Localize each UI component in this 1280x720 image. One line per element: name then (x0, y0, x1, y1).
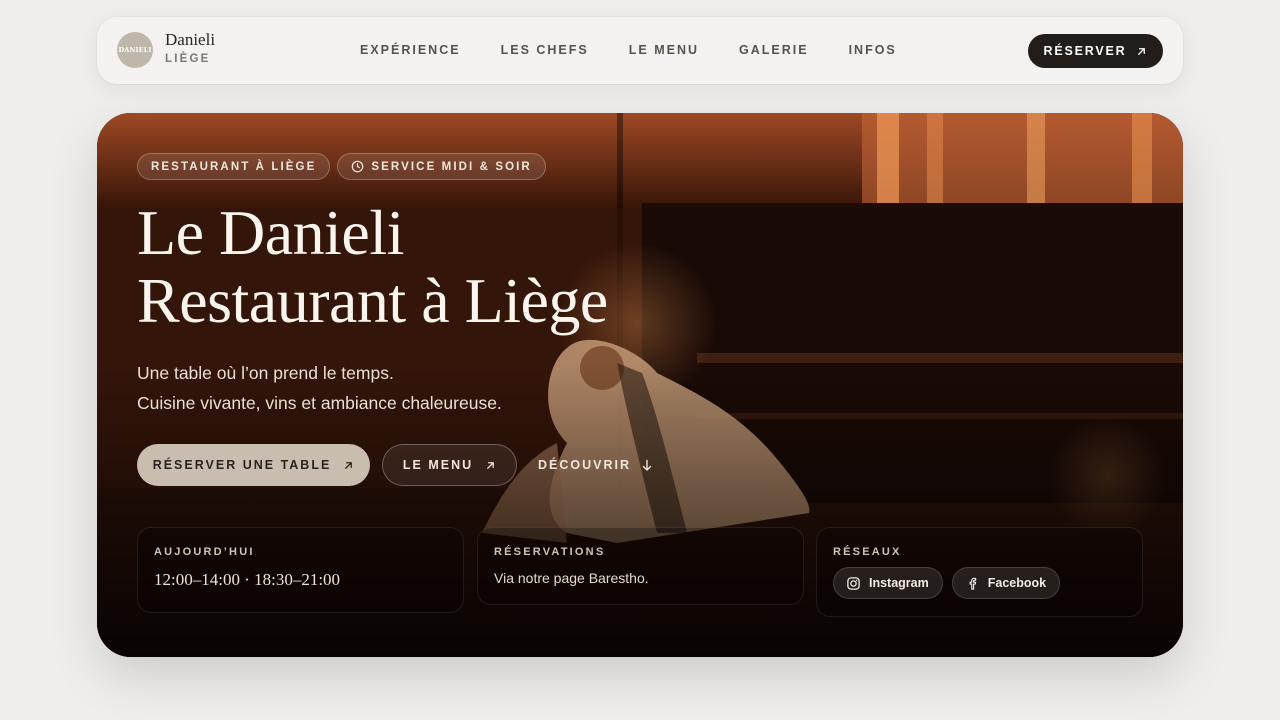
tag-location: RESTAURANT À LIÈGE (137, 153, 331, 180)
reserve-button-label: RÉSERVER (1043, 44, 1127, 58)
hours-card-label: AUJOURD’HUI (154, 546, 255, 558)
facebook-label: Facebook (987, 576, 1047, 590)
nav-link-infos[interactable]: INFOS (849, 43, 897, 57)
menu-button[interactable]: LE MENU (382, 444, 517, 486)
social-card-label: RÉSEAUX (833, 546, 902, 558)
top-nav: DANIELI Danieli LIÈGE EXPÉRIENCE LES CHE… (97, 17, 1183, 84)
hero-subtitle-line-2: Cuisine vivante, vins et ambiance chaleu… (137, 393, 502, 413)
instagram-link[interactable]: Instagram (833, 567, 943, 599)
facebook-icon (969, 577, 976, 590)
brand-city: LIÈGE (165, 52, 211, 65)
hero-title-line-1: Le Danieli (137, 197, 404, 268)
reservations-card-text: Via notre page Barestho. (494, 570, 649, 586)
instagram-icon (847, 576, 860, 590)
discover-link[interactable]: DÉCOUVRIR (538, 458, 653, 472)
nav-link-experience[interactable]: EXPÉRIENCE (360, 43, 461, 57)
reserve-table-button[interactable]: RÉSERVER UNE TABLE (137, 444, 370, 486)
hero-actions: RÉSERVER UNE TABLE LE MENU DÉCOUVRIR (137, 444, 653, 486)
tag-service-label: SERVICE MIDI & SOIR (371, 160, 532, 173)
brand-text: Danieli LIÈGE (165, 31, 215, 66)
nav-link-galerie[interactable]: GALERIE (739, 43, 809, 57)
hero-subtitle: Une table où l’on prend le temps. Cuisin… (137, 358, 502, 418)
tag-location-label: RESTAURANT À LIÈGE (151, 160, 317, 173)
hero: RESTAURANT À LIÈGE SERVICE MIDI & SOIR L… (97, 113, 1183, 657)
hero-title: Le Danieli Restaurant à Liège (137, 199, 608, 335)
clock-icon (352, 160, 364, 173)
arrow-up-right-icon (1138, 47, 1146, 55)
reservations-card: RÉSERVATIONS Via notre page Barestho. (477, 527, 804, 605)
nav-link-chefs[interactable]: LES CHEFS (501, 43, 589, 57)
nav-link-menu[interactable]: LE MENU (629, 43, 699, 57)
instagram-label: Instagram (869, 576, 929, 590)
menu-button-label: LE MENU (402, 458, 474, 472)
arrow-up-right-icon (487, 461, 495, 469)
social-card: RÉSEAUX Instagram Facebook (816, 527, 1143, 617)
facebook-link[interactable]: Facebook (951, 567, 1061, 599)
arrow-down-icon (642, 459, 652, 471)
hours-card: AUJOURD’HUI 12:00–14:00 · 18:30–21:00 (137, 527, 464, 613)
hero-title-line-2: Restaurant à Liège (137, 265, 608, 336)
arrow-up-right-icon (345, 461, 353, 469)
brand-name: Danieli (165, 29, 216, 49)
hours-card-value: 12:00–14:00 · 18:30–21:00 (154, 570, 341, 589)
discover-link-label: DÉCOUVRIR (538, 458, 632, 472)
reserve-button[interactable]: RÉSERVER (1028, 34, 1163, 68)
brand-logo: DANIELI (117, 32, 153, 68)
reserve-table-label: RÉSERVER UNE TABLE (152, 458, 332, 472)
social-links: Instagram Facebook (833, 567, 1126, 599)
tag-service: SERVICE MIDI & SOIR (337, 153, 546, 180)
nav-links: EXPÉRIENCE LES CHEFS LE MENU GALERIE INF… (360, 43, 897, 57)
hero-subtitle-line-1: Une table où l’on prend le temps. (137, 363, 394, 383)
reservations-card-label: RÉSERVATIONS (494, 546, 606, 558)
hero-tags: RESTAURANT À LIÈGE SERVICE MIDI & SOIR (137, 153, 546, 180)
brand[interactable]: DANIELI Danieli LIÈGE (117, 31, 215, 68)
